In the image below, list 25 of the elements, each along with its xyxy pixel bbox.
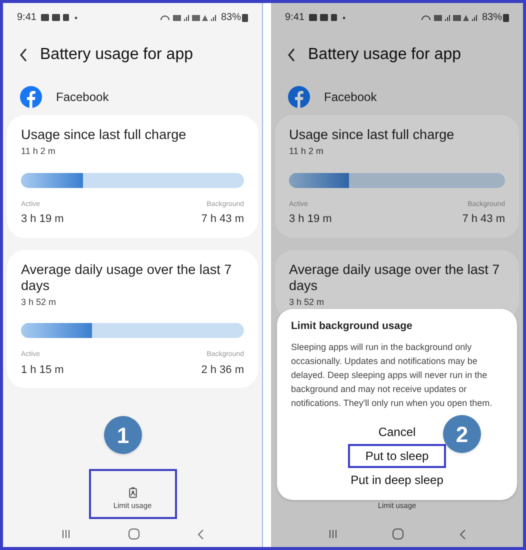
background-time: 2 h 36 m [201, 362, 244, 378]
page-title: Battery usage for app [40, 45, 193, 65]
dialog-message: Sleeping apps will run in the background only occasionally. Updates and notifications may be delayed. Deep sleeping apps will never run in the background and may not receive updates or notifications. They'll only run when you open them. [291, 340, 494, 410]
total-time: 11 h 2 m [289, 145, 324, 158]
card-title: Average daily usage over the last 7 days [21, 262, 233, 294]
active-time: 3 h 19 m [289, 212, 332, 227]
status-time: 9:41 [285, 10, 304, 24]
battery-percent: 83% [220, 10, 241, 24]
total-time: 3 h 52 m [289, 296, 326, 308]
card-title: Average daily usage over the last 7 days [289, 262, 501, 294]
active-time: 1 h 15 m [21, 362, 64, 378]
background-time: 7 h 43 m [462, 212, 505, 227]
app-name: Facebook [56, 89, 109, 106]
total-time: 3 h 52 m [21, 296, 58, 308]
total-time: 11 h 2 m [21, 145, 56, 158]
background-time: 7 h 43 m [201, 212, 244, 227]
dialog-title: Limit background usage [291, 319, 414, 334]
battery-percent: 83% [482, 10, 502, 24]
page-title: Battery usage for app [308, 45, 461, 65]
app-name: Facebook [324, 89, 377, 106]
status-time: 9:41 [17, 10, 36, 24]
card-title: Usage since last full charge [289, 127, 456, 143]
active-time: 3 h 19 m [21, 212, 64, 227]
step-badge: 1 [104, 416, 142, 454]
card-title: Usage since last full charge [21, 127, 188, 143]
